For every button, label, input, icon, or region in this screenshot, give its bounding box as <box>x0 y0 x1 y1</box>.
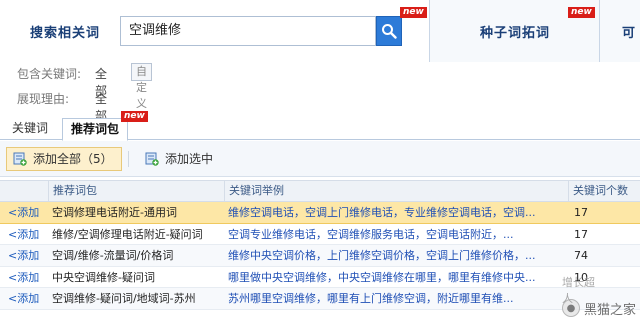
table-row[interactable]: <添加 空调/维修-流量词/价格词 维修中央空调价格，上门维修空调价格，空调上门… <box>0 245 640 267</box>
keyword-count: 74 <box>574 249 588 262</box>
keyword-count: 17 <box>574 206 588 219</box>
watermark-overlay: 增长超人 <box>561 276 595 305</box>
toolbar-divider <box>128 151 129 167</box>
keyword-examples: 哪里做中央空调维修，中央空调维修在哪里，哪里有维修中央... <box>228 270 536 284</box>
tab-search-related[interactable]: 搜索相关词 空调维修 new <box>0 0 430 62</box>
package-name: 中央空调维修-疑问词 <box>52 270 155 284</box>
keyword-examples: 维修空调电话，空调上门维修电话，专业维修空调电话，空调... <box>228 206 536 219</box>
tab-extra[interactable]: 可 <box>600 0 640 62</box>
add-link[interactable]: <添加 <box>8 267 52 288</box>
recommendation-table: 推荐词包 关键词举例 关键词个数 <添加 空调修理电话附近-通用词 维修空调电话… <box>0 180 640 310</box>
new-badge: new <box>121 111 148 122</box>
search-icon <box>382 24 397 39</box>
keyword-examples: 空调专业维修电话，空调维修服务电话，空调电话附近，... <box>228 227 514 241</box>
extra-tab-label: 可 <box>622 26 636 41</box>
add-selected-button[interactable]: 添加选中 <box>138 147 222 171</box>
package-name: 空调维修-疑问词/地域词-苏州 <box>52 292 196 305</box>
add-selected-icon <box>145 152 159 166</box>
top-tab-bar: 搜索相关词 空调维修 new 种子词拓词 new 可 <box>0 0 640 62</box>
table-row[interactable]: <添加 维修/空调修理电话附近-疑问词 空调专业维修电话，空调维修服务电话，空调… <box>0 224 640 245</box>
add-link[interactable]: <添加 <box>8 224 52 245</box>
new-badge: new <box>400 7 427 18</box>
reason-label: 展现理由: <box>17 92 70 106</box>
search-input[interactable]: 空调维修 <box>120 16 376 46</box>
table-row[interactable]: <添加 空调维修-疑问词/地域词-苏州 苏州哪里空调维修，哪里有上门维修空调，附… <box>0 288 640 310</box>
add-selected-label: 添加选中 <box>165 152 214 166</box>
package-name: 空调/维修-流量词/价格词 <box>52 249 174 262</box>
add-all-button[interactable]: 添加全部（5） <box>6 147 122 171</box>
package-name: 维修/空调修理电话附近-疑问词 <box>52 227 203 241</box>
table-header: 推荐词包 关键词举例 关键词个数 <box>0 180 640 202</box>
add-link[interactable]: <添加 <box>8 202 52 223</box>
keyword-examples: 维修中央空调价格，上门维修空调价格，空调上门维修价格，... <box>228 249 536 262</box>
keyword-count: 17 <box>574 227 588 241</box>
search-tab-label: 搜索相关词 <box>30 26 101 41</box>
table-row[interactable]: <添加 空调修理电话附近-通用词 维修空调电话，空调上门维修电话，专业维修空调电… <box>0 202 640 224</box>
tab-recommended-packages[interactable]: 推荐词包 <box>62 118 128 141</box>
sub-tabs: 关键词 推荐词包 new <box>0 111 640 141</box>
header-examples[interactable]: 关键词举例 <box>224 181 568 202</box>
watermark: 增长超人 ● 黑猫之家 <box>561 276 636 318</box>
add-link[interactable]: <添加 <box>8 245 52 266</box>
header-count[interactable]: 关键词个数 <box>568 181 640 202</box>
add-all-label: 添加全部（5） <box>33 152 113 166</box>
tab-seed-expansion[interactable]: 种子词拓词 new <box>430 0 600 62</box>
table-row[interactable]: <添加 中央空调维修-疑问词 哪里做中央空调维修，中央空调维修在哪里，哪里有维修… <box>0 267 640 288</box>
package-name: 空调修理电话附近-通用词 <box>52 206 177 219</box>
add-link[interactable]: <添加 <box>8 288 52 309</box>
keyword-examples: 苏州哪里空调维修，哪里有上门维修空调，附近哪里有维... <box>228 292 514 305</box>
header-package[interactable]: 推荐词包 <box>48 181 224 202</box>
search-button[interactable] <box>376 16 402 46</box>
new-badge: new <box>568 7 595 18</box>
contains-label: 包含关键词: <box>17 67 82 81</box>
add-list-icon <box>13 152 27 166</box>
tab-keywords[interactable]: 关键词 <box>6 118 54 140</box>
toolbar: 添加全部（5） 添加选中 <box>0 141 640 177</box>
seed-tab-label: 种子词拓词 <box>480 26 551 41</box>
custom-button[interactable]: 自定义 <box>131 63 152 110</box>
